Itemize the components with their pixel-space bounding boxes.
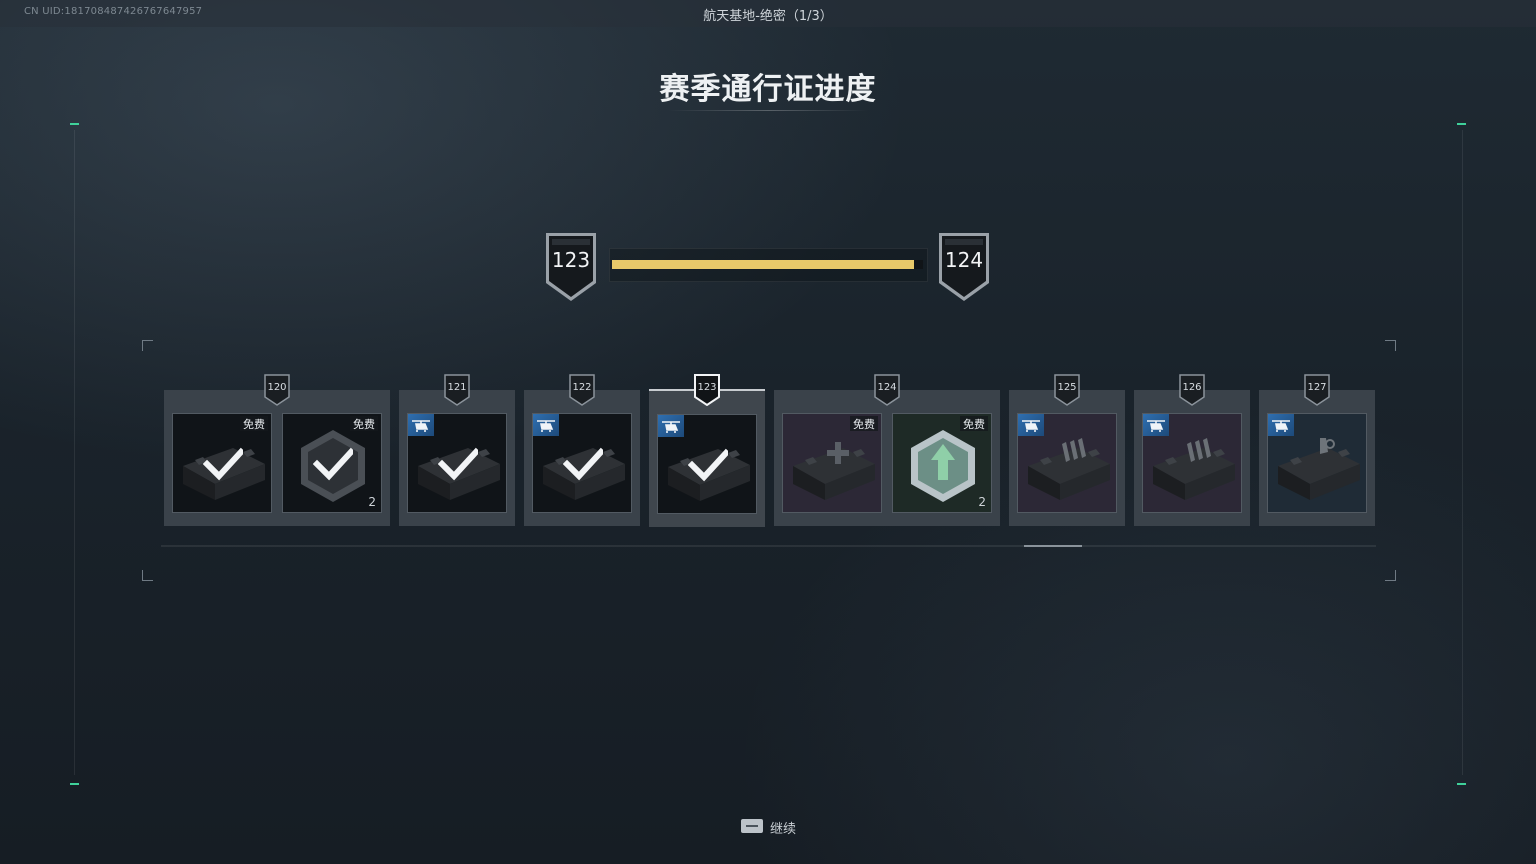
reward-item[interactable]: 免费 2 [892, 413, 992, 513]
frame-line-left [74, 130, 75, 775]
level-progress-fill [612, 260, 914, 269]
continue-label: 继续 [770, 822, 797, 837]
reward-tier [524, 390, 640, 526]
tier-level-number: 122 [572, 382, 592, 393]
frame-accent-top-right [1457, 123, 1466, 125]
reward-item[interactable] [657, 414, 757, 514]
item-count: 2 [368, 495, 376, 509]
tier-level-number: 125 [1057, 382, 1077, 393]
tier-level-badge: 120 [264, 374, 290, 406]
item-count: 2 [978, 495, 986, 509]
claimed-check-icon [688, 448, 728, 482]
tier-level-number: 120 [267, 382, 287, 393]
frame-line-right [1462, 130, 1463, 775]
reward-item[interactable] [407, 413, 507, 513]
title-divider [668, 110, 868, 111]
reward-tier: 免费 免费 2 [774, 390, 1000, 526]
reward-tier [399, 390, 515, 526]
reward-tier: 免费 免费 2 [164, 390, 390, 526]
frame-accent-top-left [70, 123, 79, 125]
claimed-check-icon [313, 447, 353, 481]
keyboard-key-icon [741, 819, 763, 833]
frame-accent-bottom-right [1457, 783, 1466, 785]
frame-accent-bottom-left [70, 783, 79, 785]
tier-level-badge: 122 [569, 374, 595, 406]
free-tag: 免费 [350, 416, 378, 431]
reward-scrollbar[interactable] [161, 545, 1376, 547]
premium-helicopter-icon [1018, 414, 1044, 436]
tier-level-number: 121 [447, 382, 467, 393]
next-level-badge: 124 [937, 231, 991, 303]
reward-strip[interactable]: 免费 免费 2 120 121 122 123 免费 免费 2 124 125 126 127 [164, 374, 1376, 530]
reward-item[interactable]: 免费 2 [282, 413, 382, 513]
claimed-check-icon [203, 447, 243, 481]
reward-scrollbar-thumb[interactable] [1023, 545, 1082, 547]
strip-corner-br [1385, 570, 1396, 581]
tier-level-badge: 124 [874, 374, 900, 406]
tier-level-number: 124 [877, 382, 897, 393]
tier-level-badge: 126 [1179, 374, 1205, 406]
reward-item[interactable] [1142, 413, 1242, 513]
claimed-check-icon [438, 447, 478, 481]
tier-level-number: 127 [1307, 382, 1327, 393]
current-level-badge: 123 [544, 231, 598, 303]
reward-item[interactable]: 免费 [782, 413, 882, 513]
tier-level-badge: 121 [444, 374, 470, 406]
tier-level-badge: 125 [1054, 374, 1080, 406]
premium-helicopter-icon [408, 414, 434, 436]
tier-level-badge: 127 [1304, 374, 1330, 406]
next-level-number: 124 [944, 248, 984, 272]
premium-helicopter-icon [1143, 414, 1169, 436]
reward-tier [649, 389, 765, 527]
map-name: 航天基地-绝密（1/3） [703, 9, 833, 24]
tier-level-number: 126 [1182, 382, 1202, 393]
reward-tier [1259, 390, 1375, 526]
reward-tier [1134, 390, 1250, 526]
top-bar: CN UID:1817084874267676​47957 航天基地-绝密（1/… [0, 0, 1536, 27]
free-tag: 免费 [960, 416, 988, 431]
free-tag: 免费 [240, 416, 268, 431]
premium-helicopter-icon [533, 414, 559, 436]
current-level-number: 123 [551, 248, 591, 272]
free-tag: 免费 [850, 416, 878, 431]
premium-helicopter-icon [658, 415, 684, 437]
level-progress-bar [609, 248, 928, 282]
tier-level-number: 123 [697, 382, 717, 393]
strip-corner-tr [1385, 340, 1396, 351]
reward-tier [1009, 390, 1125, 526]
tier-level-badge: 123 [694, 374, 720, 406]
strip-corner-bl [142, 570, 153, 581]
premium-helicopter-icon [1268, 414, 1294, 436]
reward-item[interactable] [532, 413, 632, 513]
reward-item[interactable] [1017, 413, 1117, 513]
claimed-check-icon [563, 447, 603, 481]
reward-item[interactable]: 免费 [172, 413, 272, 513]
strip-corner-tl [142, 340, 153, 351]
page-title: 赛季通行证进度 [659, 72, 877, 107]
reward-item[interactable] [1267, 413, 1367, 513]
